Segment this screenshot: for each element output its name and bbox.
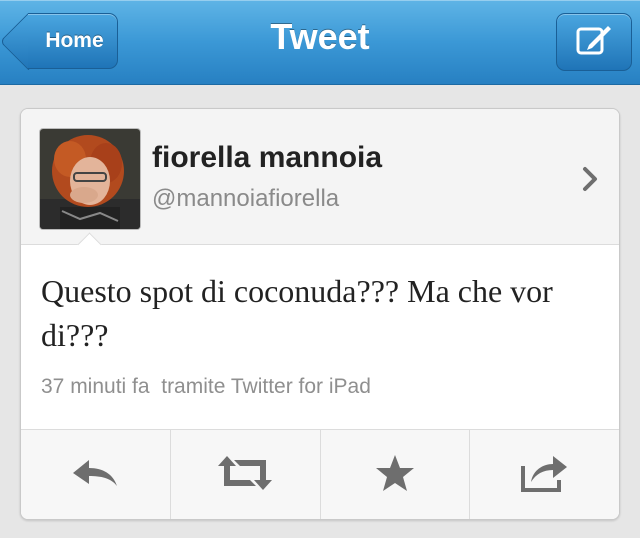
user-name: fiorella mannoia (152, 141, 383, 174)
avatar[interactable] (39, 128, 141, 230)
tweet-card: fiorella mannoia @mannoiafiorella Questo… (20, 108, 620, 520)
home-back-button[interactable]: Home (28, 13, 118, 69)
tweet-author-row[interactable]: fiorella mannoia @mannoiafiorella (21, 109, 619, 245)
chevron-right-icon[interactable] (581, 165, 601, 198)
share-icon (519, 452, 571, 499)
share-button[interactable] (470, 430, 619, 519)
favorite-button[interactable] (321, 430, 471, 519)
tweet-text: Questo spot di coconuda??? Ma che vor di… (41, 273, 553, 353)
reply-icon (71, 456, 119, 495)
home-back-label: Home (45, 29, 104, 52)
compose-button[interactable] (556, 13, 632, 71)
favorite-star-icon (374, 453, 416, 498)
tweet-meta: 37 minuti fa tramite Twitter for iPad (41, 375, 371, 399)
user-handle: @mannoiafiorella (152, 185, 340, 212)
retweet-button[interactable] (171, 430, 321, 519)
reply-button[interactable] (21, 430, 171, 519)
navigation-bar: Home Tweet (0, 0, 640, 85)
tweet-source: tramite Twitter for iPad (161, 375, 371, 398)
tweet-action-bar (21, 429, 619, 519)
retweet-icon (216, 454, 274, 497)
tweet-time: 37 minuti fa (41, 375, 150, 398)
compose-icon (575, 23, 613, 62)
